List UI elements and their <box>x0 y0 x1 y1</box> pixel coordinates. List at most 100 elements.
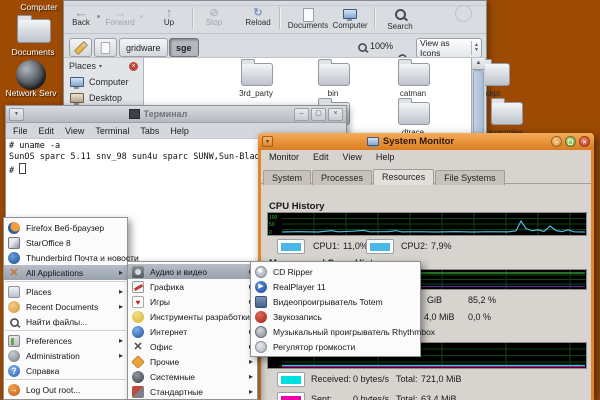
tab-processes[interactable]: Processes <box>312 170 372 185</box>
applications-icon: ✕ <box>8 267 20 279</box>
preferences-icon <box>8 335 20 347</box>
sidebar-header[interactable]: Places ▾ × <box>64 58 143 74</box>
menu-item-places[interactable]: Places ▸ <box>4 284 127 299</box>
menu-monitor[interactable]: Monitor <box>269 152 299 166</box>
menu-file[interactable]: File <box>13 126 28 136</box>
tab-resources[interactable]: Resources <box>373 169 434 185</box>
folder-label[interactable]: 3rd_party <box>224 89 288 98</box>
menu-edit[interactable]: Edit <box>39 126 55 136</box>
scroll-up-icon[interactable]: ▲ <box>472 58 485 70</box>
sidebar-item-desktop[interactable]: Desktop <box>64 90 143 106</box>
menu-item-all-applications[interactable]: ✕ All Applications ▸ <box>4 265 127 280</box>
menu-item-label: All Applications <box>26 268 83 278</box>
menu-item-audio-video[interactable]: Аудио и видео ▸ <box>128 264 257 279</box>
menu-item-development[interactable]: Инструменты разработки ▸ <box>128 309 257 324</box>
search-button[interactable]: Search <box>382 7 418 31</box>
menu-item-recent-documents[interactable]: Recent Documents ▸ <box>4 299 127 314</box>
menu-item-system[interactable]: Системные ▸ <box>128 369 257 384</box>
menu-help[interactable]: Help <box>170 126 189 136</box>
path-button-gridware[interactable]: gridware <box>119 38 168 57</box>
chevron-down-icon: ▾ <box>99 63 102 70</box>
menu-item-internet[interactable]: Интернет ▸ <box>128 324 257 339</box>
menu-item-games[interactable]: ♥ Игры ▸ <box>128 294 257 309</box>
path-button-sge[interactable]: sge <box>169 38 199 57</box>
sidebar-item-computer[interactable]: Computer <box>64 74 143 90</box>
menu-item-graphics[interactable]: Графика ▸ <box>128 279 257 294</box>
folder-label[interactable]: bin <box>301 89 365 98</box>
view-mode-select[interactable]: View as Icons ▲▼ <box>416 38 482 58</box>
menu-item-accessories[interactable]: Стандартные ▸ <box>128 384 257 399</box>
menu-item-firefox[interactable]: Firefox Веб-браузер <box>4 220 127 235</box>
close-sidebar-icon[interactable]: × <box>129 62 138 71</box>
minimize-button[interactable]: – <box>551 136 562 147</box>
edit-location-button[interactable] <box>69 38 92 57</box>
menu-item-thunderbird[interactable]: Thunderbird Почта и новости <box>4 250 127 265</box>
menu-item-office[interactable]: ✕ Офис ▸ <box>128 339 257 354</box>
menu-view[interactable]: View <box>343 152 362 166</box>
close-button[interactable]: × <box>328 108 343 121</box>
menu-item-totem[interactable]: Видеопроигрыватель Totem <box>251 294 420 309</box>
stop-button[interactable]: ⊘ Stop <box>201 7 227 27</box>
menu-terminal[interactable]: Terminal <box>95 126 129 136</box>
menu-help[interactable]: Help <box>376 152 395 166</box>
minimize-button[interactable]: – <box>294 108 309 121</box>
desktop-icon-computer[interactable]: Computer <box>8 2 70 12</box>
menu-item-rhythmbox[interactable]: Музыкальный проигрыватель Rhythmbox <box>251 324 420 339</box>
menu-item-help[interactable]: ? Справка <box>4 363 127 378</box>
accessories-icon <box>132 386 144 398</box>
documents-button[interactable]: Documents <box>286 7 330 30</box>
folder-icon[interactable] <box>241 63 273 86</box>
menu-item-label: Log Out root... <box>26 385 80 395</box>
menu-item-find-files[interactable]: Найти файлы... <box>4 314 127 329</box>
desktop-icon-network[interactable]: Network Serv <box>0 88 62 98</box>
folder-icon[interactable] <box>491 102 523 125</box>
system-monitor-titlebar[interactable]: ▼ System Monitor – ▢ × <box>258 133 594 150</box>
menu-item-preferences[interactable]: Preferences ▸ <box>4 333 127 348</box>
forward-dropdown-icon[interactable] <box>140 15 143 18</box>
zoom-out-icon[interactable] <box>358 43 367 52</box>
desktop-icon-documents[interactable]: Documents <box>2 47 64 57</box>
cpu2-swatch[interactable] <box>366 239 394 254</box>
tab-file-systems[interactable]: File Systems <box>435 170 505 185</box>
forward-button[interactable]: → Forward <box>103 7 137 27</box>
reload-button[interactable]: ↻ Reload <box>242 7 274 27</box>
tab-system[interactable]: System <box>263 170 311 185</box>
scrollbar-thumb[interactable] <box>473 70 484 134</box>
maximize-button[interactable]: ▢ <box>311 108 326 121</box>
computer-button[interactable]: Computer <box>330 7 370 30</box>
menu-item-other[interactable]: Прочие ▸ <box>128 354 257 369</box>
menu-view[interactable]: View <box>65 126 84 136</box>
menu-item-cd-ripper[interactable]: CD Ripper <box>251 264 420 279</box>
back-button[interactable]: ← Back <box>67 7 95 27</box>
menu-item-staroffice[interactable]: StarOffice 8 <box>4 235 127 250</box>
folder-icon[interactable] <box>318 63 350 86</box>
menu-item-label: Инструменты разработки <box>150 312 250 322</box>
close-button[interactable]: × <box>579 136 590 147</box>
menu-tabs[interactable]: Tabs <box>140 126 159 136</box>
folder-label[interactable]: catman <box>381 89 445 98</box>
menu-item-logout[interactable]: → Log Out root... <box>4 382 127 397</box>
menu-item-volume-control[interactable]: Регулятор громкости <box>251 339 420 354</box>
forward-label: Forward <box>105 19 134 27</box>
folder-icon[interactable] <box>398 63 430 86</box>
sent-swatch[interactable] <box>277 392 305 400</box>
menu-edit[interactable]: Edit <box>313 152 329 166</box>
throbber-icon <box>455 5 472 22</box>
root-path-button[interactable] <box>94 38 117 57</box>
documents-folder-icon[interactable] <box>17 19 51 43</box>
cpu1-swatch[interactable] <box>277 239 305 254</box>
menu-item-sound-recorder[interactable]: Звукозапись <box>251 309 420 324</box>
up-label: Up <box>164 19 174 27</box>
received-swatch[interactable] <box>277 372 305 387</box>
menu-item-administration[interactable]: Administration ▸ <box>4 348 127 363</box>
window-menu-icon[interactable]: ▼ <box>262 136 273 147</box>
menu-item-realplayer[interactable]: ▶ RealPlayer 11 <box>251 279 420 294</box>
back-dropdown-icon[interactable] <box>97 15 100 18</box>
menu-separator <box>5 330 126 332</box>
folder-icon[interactable] <box>398 102 430 125</box>
network-globe-icon[interactable] <box>16 60 46 90</box>
up-button[interactable]: ↑ Up <box>156 7 182 27</box>
maximize-button[interactable]: ▢ <box>565 136 576 147</box>
window-menu-icon[interactable]: ▼ <box>9 108 24 121</box>
terminal-titlebar[interactable]: ▼ Терминал – ▢ × <box>6 106 346 123</box>
